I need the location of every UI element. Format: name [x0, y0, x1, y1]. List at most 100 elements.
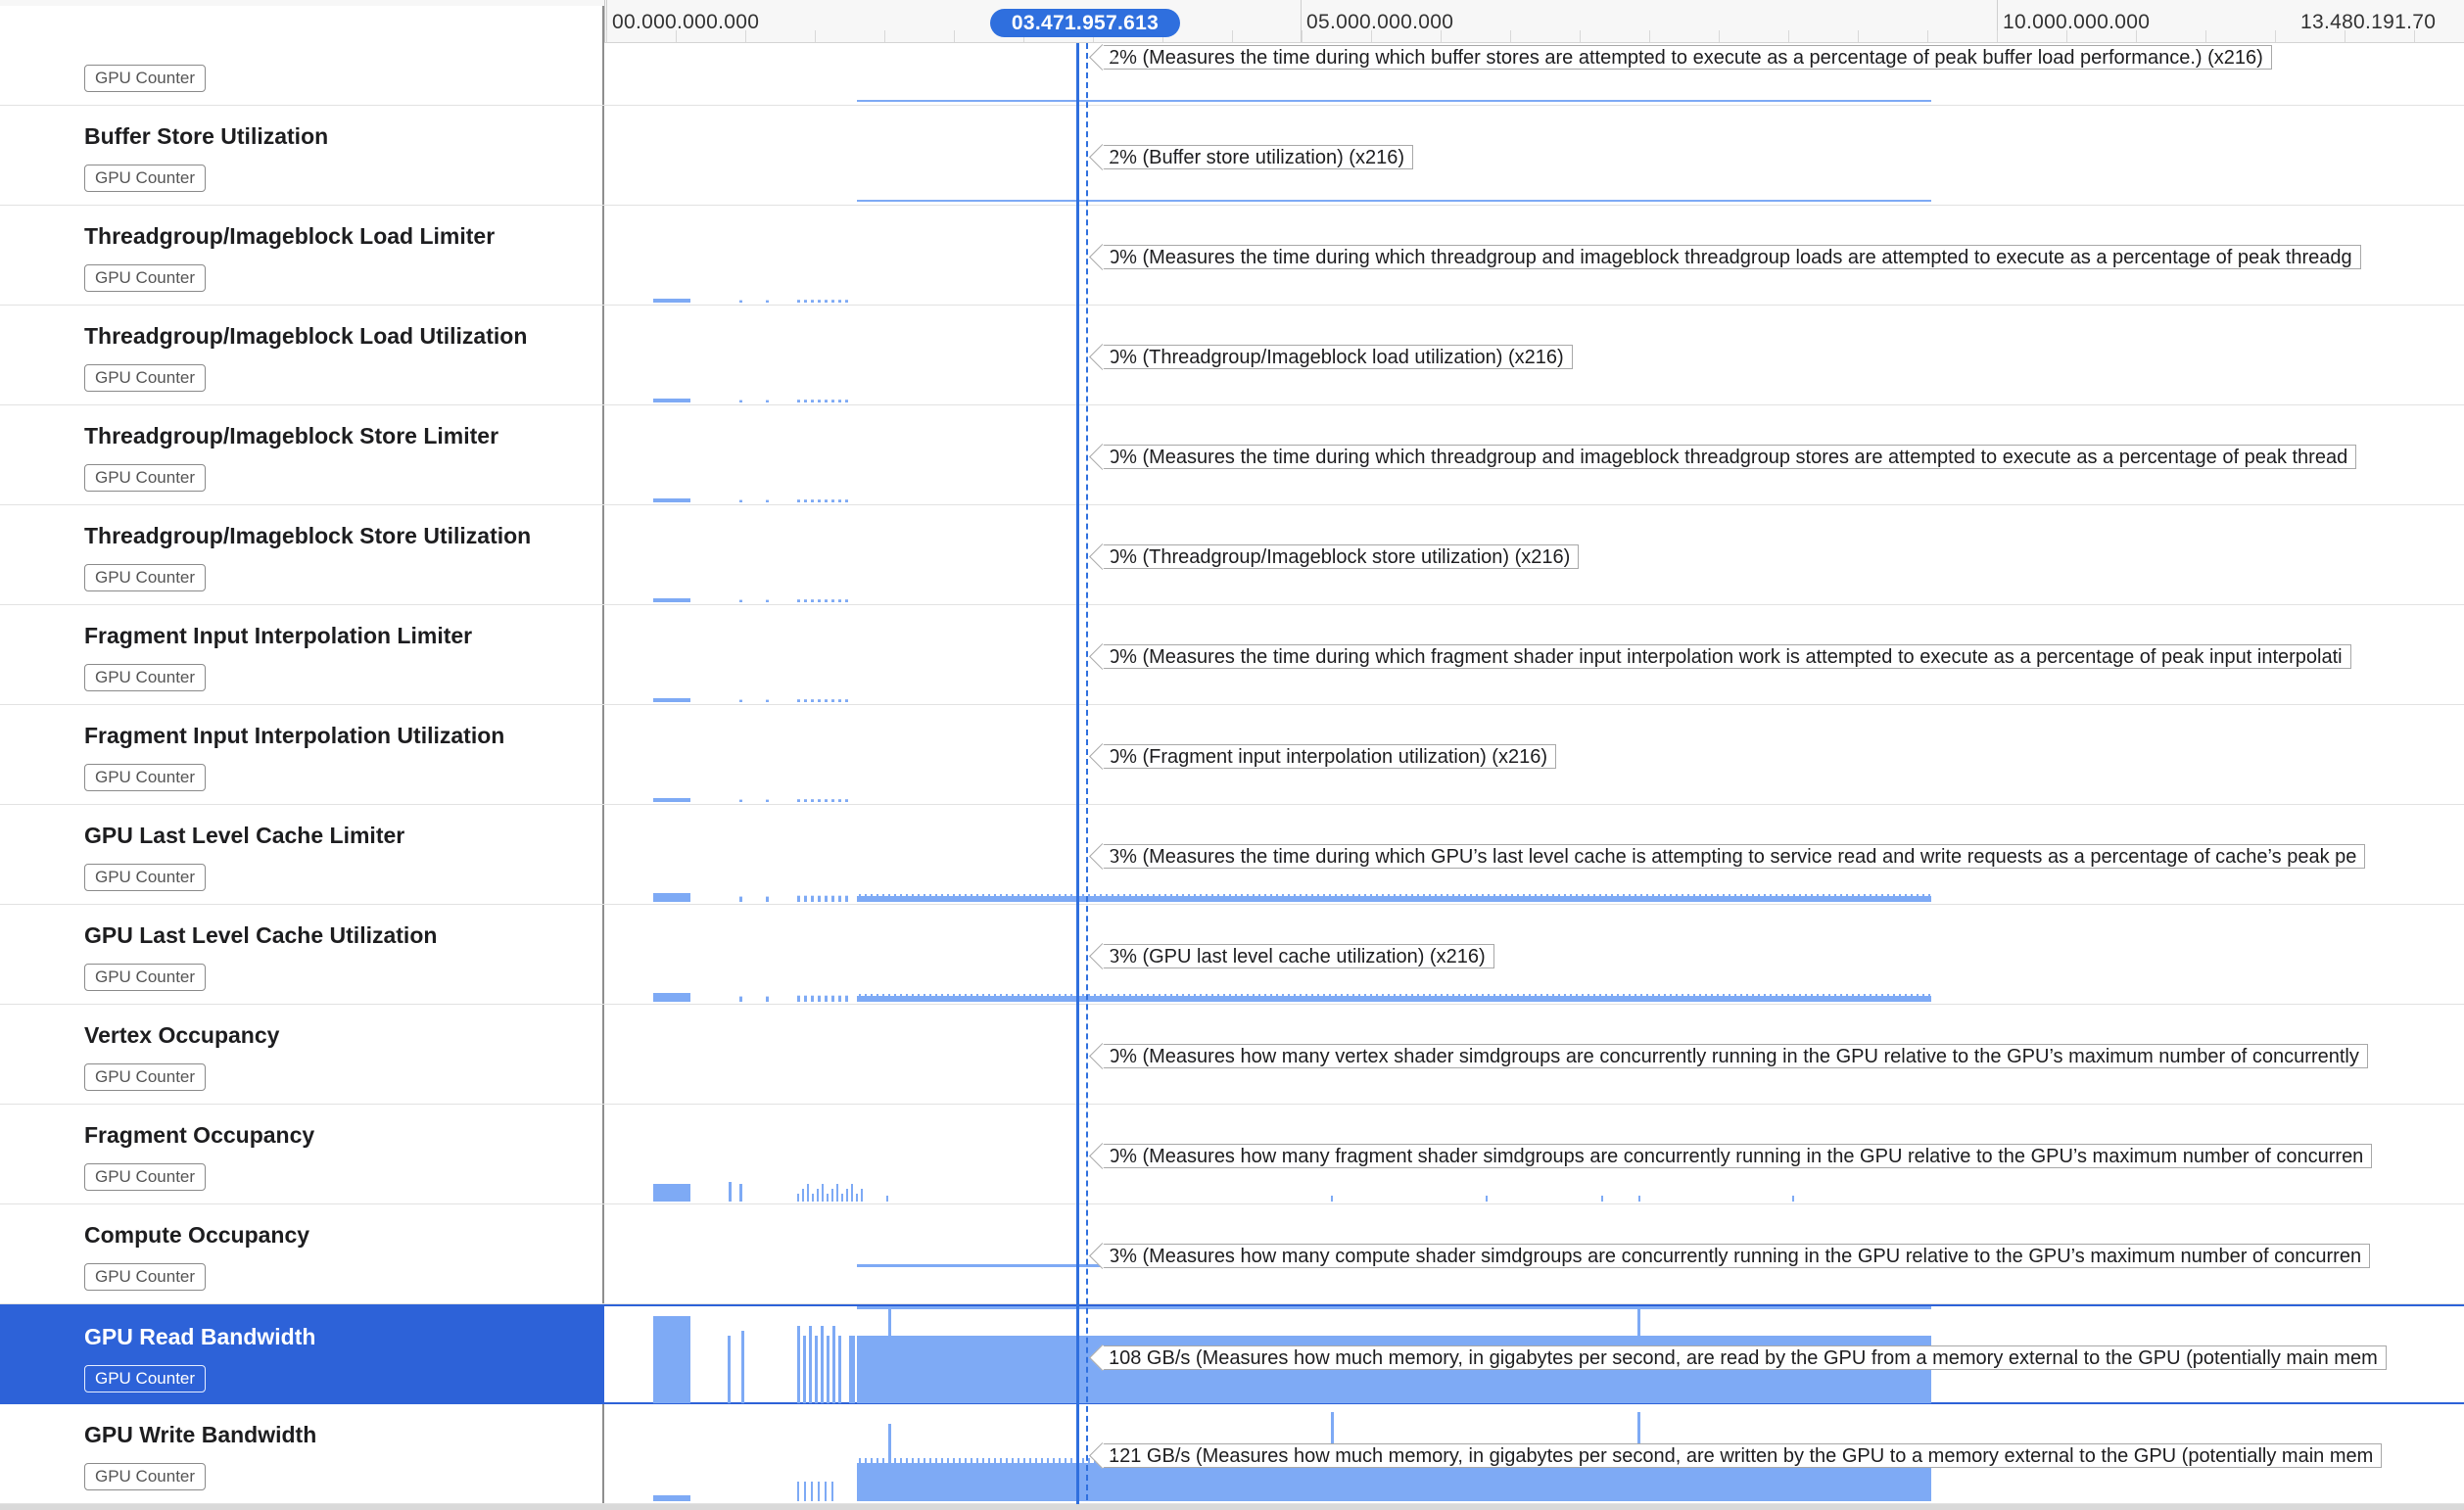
graph-bar [1364, 894, 1366, 902]
graph-bar [1787, 994, 1789, 1002]
graph-bar [1646, 994, 1648, 1002]
track-value-tooltip: 0% (Measures the time during which threa… [1102, 245, 2361, 269]
track-header[interactable]: GPU Write Bandwidth GPU Counter [0, 1404, 604, 1503]
graph-bar [804, 995, 807, 1002]
track-row[interactable]: Buffer Store Utilization GPU Counter 2% (B… [0, 106, 2464, 206]
track-row[interactable]: Threadgroup/Imageblock Load Utilization G… [0, 306, 2464, 405]
track-header[interactable]: GPU Last Level Cache Utilization GPU Coun… [0, 905, 604, 1004]
graph-bar [1194, 994, 1196, 1002]
track-header[interactable]: Fragment Occupancy GPU Counter [0, 1105, 604, 1203]
graph-bar [1300, 994, 1302, 1002]
graph-bar [1100, 994, 1102, 1002]
graph-bar [859, 994, 861, 1002]
track-header[interactable]: GPU Read Bandwidth GPU Counter [0, 1306, 604, 1405]
track-row[interactable]: GPU Counter 2% (Measures the time during … [0, 6, 2464, 106]
graph-bar [1623, 894, 1625, 902]
track-row[interactable]: Compute Occupancy GPU Counter 3% (Measures… [0, 1204, 2464, 1304]
graph-bar [959, 1458, 961, 1464]
graph-bar [900, 994, 902, 1002]
track-row[interactable]: Vertex Occupancy GPU Counter 0% (Measures … [0, 1005, 2464, 1105]
track-header[interactable]: Compute Occupancy GPU Counter [0, 1204, 604, 1303]
graph-bar [861, 1189, 863, 1202]
graph-bar [1335, 894, 1337, 902]
track-name: Buffer Store Utilization [84, 123, 329, 149]
graph-bar [1106, 994, 1108, 1002]
graph-bar [1670, 994, 1672, 1002]
track-row[interactable]: GPU Last Level Cache Limiter GPU Counter 8… [0, 805, 2464, 905]
graph-bar [1088, 994, 1090, 1002]
graph-bar [811, 599, 814, 602]
graph-bar [1053, 1458, 1055, 1464]
graph-bar [1752, 894, 1754, 902]
track-header[interactable]: GPU Last Level Cache Limiter GPU Counter [0, 805, 604, 904]
track-header[interactable]: Threadgroup/Imageblock Store Limiter GPU … [0, 405, 604, 504]
track-header[interactable]: Threadgroup/Imageblock Load Utilization G… [0, 306, 604, 404]
graph-bar [1123, 994, 1125, 1002]
track-row[interactable]: GPU Last Level Cache Utilization GPU Coun… [0, 905, 2464, 1005]
track-row[interactable]: Fragment Input Interpolation Utilization… [0, 705, 2464, 805]
track-row[interactable]: Fragment Occupancy GPU Counter 0% (Measure… [0, 1105, 2464, 1204]
graph-bar [1817, 894, 1819, 902]
graph-bar [1558, 894, 1560, 902]
graph-bar [846, 1189, 848, 1202]
graph-bar [988, 894, 990, 902]
graph-bar [1852, 894, 1854, 902]
graph-bar [1441, 994, 1443, 1002]
playhead-line[interactable] [1076, 43, 1079, 1510]
graph-bar [797, 400, 800, 402]
graph-bar [812, 1194, 814, 1202]
track-header[interactable]: Threadgroup/Imageblock Store Utilization… [0, 505, 604, 604]
graph-bar [1770, 894, 1772, 902]
graph-bar [906, 894, 908, 902]
graph-bar [1511, 894, 1513, 902]
track-row[interactable]: Threadgroup/Imageblock Store Limiter GPU … [0, 405, 2464, 505]
graph-bar [1799, 994, 1801, 1002]
graph-bar [918, 894, 920, 902]
graph-bar [1452, 994, 1454, 1002]
graph-bar [1000, 994, 1002, 1002]
graph-bar [1270, 994, 1272, 1002]
track-row[interactable]: GPU Write Bandwidth GPU Counter 121 GB/s (… [0, 1404, 2464, 1504]
track-header[interactable]: Fragment Input Interpolation Limiter GPU … [0, 605, 604, 704]
graph-bar [1587, 994, 1589, 1002]
track-row[interactable]: Threadgroup/Imageblock Store Utilization… [0, 505, 2464, 605]
graph-bar [797, 995, 800, 1002]
track-header[interactable]: GPU Counter [0, 6, 604, 105]
graph-bar [1893, 994, 1895, 1002]
track-row[interactable]: Threadgroup/Imageblock Load Limiter GPU C… [0, 206, 2464, 306]
graph-bar [838, 699, 841, 702]
graph-bar [906, 994, 908, 1002]
track-type-badge: GPU Counter [84, 364, 207, 392]
graph-bar [653, 598, 690, 602]
track-row[interactable]: GPU Read Bandwidth GPU Counter 108 GB/s (M… [0, 1304, 2464, 1405]
track-graph-lane[interactable] [604, 905, 2464, 1004]
graph-bar [1247, 994, 1249, 1002]
graph-bar [1638, 1196, 1640, 1202]
graph-bar [831, 599, 834, 602]
graph-bar [1617, 994, 1619, 1002]
graph-bar [982, 1458, 984, 1464]
graph-bar [1723, 994, 1725, 1002]
track-row[interactable]: Fragment Input Interpolation Limiter GPU … [0, 605, 2464, 705]
graph-bar [871, 994, 873, 1002]
track-header[interactable]: Buffer Store Utilization GPU Counter [0, 106, 604, 205]
track-header[interactable]: Vertex Occupancy GPU Counter [0, 1005, 604, 1104]
graph-bar [1082, 994, 1084, 1002]
track-type-badge: GPU Counter [84, 264, 207, 292]
graph-bar [965, 894, 967, 902]
graph-bar [1194, 894, 1196, 902]
track-graph-lane[interactable] [604, 106, 2464, 205]
track-header[interactable]: Threadgroup/Imageblock Load Limiter GPU C… [0, 206, 604, 305]
graph-bar [1823, 894, 1824, 902]
graph-bar [882, 894, 884, 902]
graph-bar [1323, 894, 1325, 902]
track-header[interactable]: Fragment Input Interpolation Utilization… [0, 705, 604, 804]
graph-bar [1605, 994, 1607, 1002]
graph-bar [739, 699, 742, 702]
graph-bar [1317, 894, 1319, 902]
graph-bar [809, 1326, 812, 1403]
graph-bar [1282, 894, 1284, 902]
graph-bar [1029, 994, 1031, 1002]
graph-bar [1376, 994, 1378, 1002]
track-type-badge: GPU Counter [84, 65, 207, 92]
